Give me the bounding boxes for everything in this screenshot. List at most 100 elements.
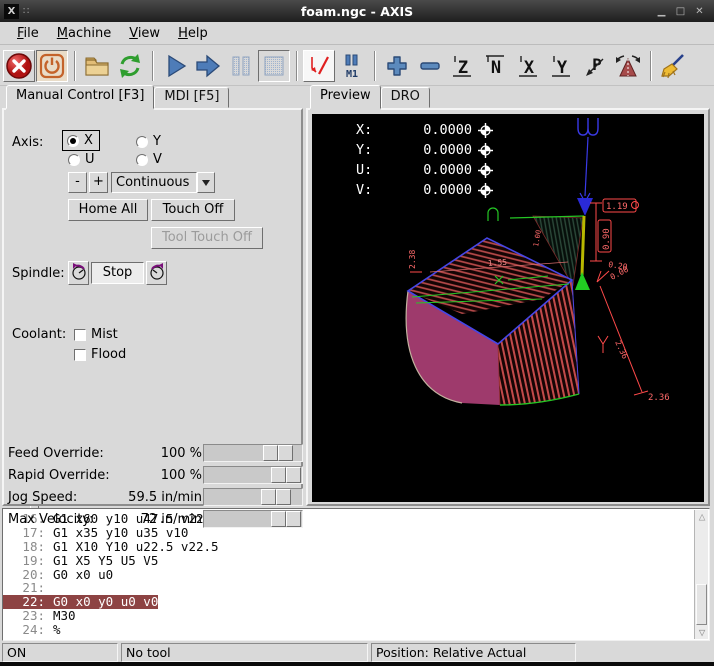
open-file-button[interactable] — [81, 50, 113, 82]
machine-power-button[interactable] — [36, 50, 68, 82]
axis-radio-u[interactable]: U — [68, 152, 95, 167]
preview-canvas[interactable]: 1.19 0.90 0.20 0.00 2.36 2.36 2.38 1.55 … — [312, 114, 704, 502]
radio-v-indicator — [136, 154, 148, 166]
tool-touch-off-button[interactable]: Tool Touch Off — [151, 227, 263, 249]
scroll-up-arrow[interactable]: △ — [696, 510, 708, 523]
m1-pause-icon: M1 — [339, 52, 365, 80]
rotate-view-button[interactable] — [612, 50, 644, 82]
gcode-line: 18:G1 X10 Y10 u22.5 v22.5 — [3, 540, 709, 554]
jog-mode-value: Continuous — [111, 172, 197, 193]
manual-control-panel: Axis: X Y U V - + Continuous — [2, 108, 303, 506]
scroll-thumb[interactable] — [696, 584, 707, 625]
tab-mdi[interactable]: MDI [F5] — [154, 87, 229, 108]
tool-line — [585, 137, 588, 196]
stop-icon — [261, 53, 287, 79]
dim-circle — [632, 202, 639, 209]
run-button[interactable] — [159, 50, 191, 82]
rapid-override-slider[interactable] — [203, 466, 303, 484]
zoom-in-button[interactable] — [381, 50, 413, 82]
scroll-down-arrow[interactable]: ▽ — [696, 626, 708, 639]
jog-speed-slider[interactable] — [203, 488, 303, 506]
dim-label-238: 2.38 — [408, 250, 417, 269]
tab-dro[interactable]: DRO — [381, 87, 430, 108]
green-hook — [488, 208, 498, 221]
slider-handle[interactable] — [271, 511, 301, 527]
menu-help[interactable]: Help — [169, 24, 217, 43]
view-perspective-button[interactable]: P — [579, 50, 611, 82]
dim-tick-diag — [634, 391, 648, 395]
toolbar-separator — [374, 51, 376, 81]
spindle-cw-button[interactable] — [146, 261, 167, 285]
dim-y-marker — [598, 336, 608, 353]
stop-button[interactable] — [258, 50, 290, 82]
homed-icon — [478, 163, 493, 178]
power-icon — [39, 53, 65, 79]
slider-handle[interactable] — [261, 489, 291, 505]
preview-notebook: Preview DRO — [306, 87, 710, 506]
estop-button[interactable] — [3, 50, 35, 82]
view-perspective-icon: P — [582, 53, 608, 79]
view-z2-button[interactable]: N — [480, 50, 512, 82]
view-y-button[interactable]: Y — [546, 50, 578, 82]
optional-stop-button[interactable]: M1 — [336, 50, 368, 82]
jog-plus-button[interactable]: + — [89, 172, 108, 193]
flood-checkbox[interactable]: Flood — [74, 347, 126, 362]
tool-w-glyph — [578, 118, 598, 135]
gcode-line: 19:G1 X5 Y5 U5 V5 — [3, 554, 709, 568]
axis-radio-x[interactable]: X — [62, 130, 100, 151]
skip-lines-button[interactable] — [303, 50, 335, 82]
tool-cone — [577, 198, 593, 216]
spindle-ccw-button[interactable] — [68, 261, 89, 285]
view-x-button[interactable]: X — [513, 50, 545, 82]
maximize-button[interactable]: □ — [674, 5, 687, 18]
spindle-cw-icon — [148, 262, 166, 282]
minimize-button[interactable]: ▁ — [655, 5, 668, 18]
axis-radio-y[interactable]: Y — [136, 134, 161, 149]
reload-button[interactable] — [114, 50, 146, 82]
max-velocity-slider[interactable] — [203, 510, 303, 528]
home-all-button[interactable]: Home All — [68, 199, 148, 221]
slider-handle[interactable] — [263, 445, 293, 461]
view-z-button[interactable]: Z — [447, 50, 479, 82]
max-velocity-row: Max Velocity: 72 in/min — [6, 510, 304, 530]
jog-minus-button[interactable]: - — [68, 172, 87, 193]
gcode-scrollbar[interactable]: △ ▽ — [694, 510, 708, 639]
menu-view[interactable]: View — [120, 24, 169, 43]
tool-status: No tool — [121, 643, 368, 662]
rotate-cone-icon — [614, 53, 642, 79]
feed-override-row: Feed Override: 100 % — [6, 444, 304, 464]
clear-plot-button[interactable] — [657, 50, 689, 82]
rapid-override-row: Rapid Override: 100 % — [6, 466, 304, 486]
tab-manual-control[interactable]: Manual Control [F3] — [6, 85, 154, 109]
tab-preview[interactable]: Preview — [310, 85, 381, 109]
jog-mode-combobox[interactable]: Continuous — [111, 172, 215, 193]
menu-machine[interactable]: Machine — [48, 24, 120, 43]
mist-checkbox[interactable]: Mist — [74, 327, 118, 342]
touch-off-button[interactable]: Touch Off — [151, 199, 235, 221]
view-z-icon: Z — [450, 53, 476, 79]
slider-handle[interactable] — [271, 467, 301, 483]
wire-line — [582, 216, 584, 275]
step-button[interactable] — [192, 50, 224, 82]
toolbar-separator — [152, 51, 154, 81]
gcode-line-active: 22:G0 x0 y0 u0 v0 — [3, 595, 709, 609]
close-button[interactable]: ✕ — [693, 5, 706, 18]
flood-checkbox-box — [74, 349, 86, 361]
spindle-stop-button[interactable]: Stop — [91, 262, 144, 284]
reload-icon — [116, 52, 144, 80]
menu-file[interactable]: File — [8, 24, 48, 43]
view-z2-icon: N — [483, 53, 509, 79]
folder-icon — [83, 53, 111, 79]
combo-dropdown-arrow[interactable] — [197, 172, 215, 193]
zoom-out-button[interactable] — [414, 50, 446, 82]
coolant-label: Coolant: — [12, 327, 66, 342]
homed-icon — [478, 143, 493, 158]
axis-window: X ∷ foam.ngc - AXIS ▁ □ ✕ File Machine V… — [0, 0, 714, 666]
dim-label-155: 1.55 — [488, 258, 508, 268]
pause-button[interactable] — [225, 50, 257, 82]
step-arrow-icon — [194, 53, 222, 79]
preview-panel: 1.19 0.90 0.20 0.00 2.36 2.36 2.38 1.55 … — [306, 108, 710, 506]
gcode-line: 24:% — [3, 623, 709, 637]
axis-radio-v[interactable]: V — [136, 152, 162, 167]
feed-override-slider[interactable] — [203, 444, 303, 462]
